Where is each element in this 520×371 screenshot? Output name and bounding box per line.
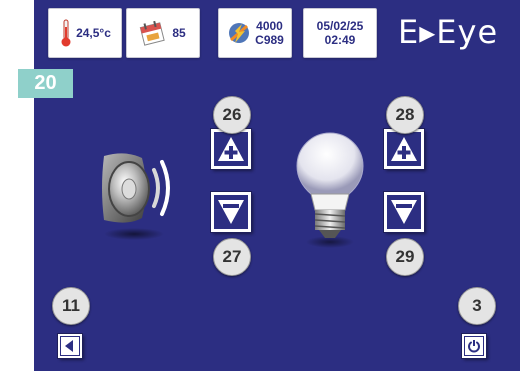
light-down-button[interactable]: [384, 192, 424, 232]
counter-bottom: C989: [255, 33, 284, 47]
plus-icon: [218, 137, 244, 161]
time-value: 02:49: [324, 33, 356, 47]
back-badge: 11: [52, 287, 90, 325]
sound-up-badge: 26: [213, 96, 251, 134]
meter-icon: [229, 23, 250, 43]
temperature-value: 24,5°c: [76, 26, 111, 40]
power-badge: 3: [458, 287, 496, 325]
screen-number-tag: 20: [18, 69, 73, 98]
sound-up-button[interactable]: [211, 129, 251, 169]
thermometer-icon: [61, 19, 71, 47]
back-arrow-icon: [61, 337, 79, 355]
temperature-status: 24,5°c: [48, 8, 122, 58]
back-button[interactable]: [58, 334, 82, 358]
light-bulb-icon: [296, 132, 364, 248]
calendar-status: 85: [126, 8, 200, 58]
minus-icon: [391, 200, 417, 224]
speaker-icon: [102, 153, 170, 240]
light-down-badge: 29: [386, 238, 424, 276]
sound-down-button[interactable]: [211, 192, 251, 232]
power-icon: [465, 337, 483, 355]
minus-icon: [218, 200, 244, 224]
calendar-value: 85: [172, 26, 186, 40]
light-up-badge: 28: [386, 96, 424, 134]
calendar-icon: [140, 20, 166, 46]
meter-status: 4000 C989: [218, 8, 292, 58]
plus-icon: [391, 137, 417, 161]
date-value: 05/02/25: [316, 19, 364, 33]
brand-logo: E▸Eye: [398, 13, 499, 51]
light-up-button[interactable]: [384, 129, 424, 169]
sound-down-badge: 27: [213, 238, 251, 276]
datetime-status: 05/02/25 02:49: [303, 8, 377, 58]
counter-top: 4000: [256, 19, 283, 33]
power-button[interactable]: [462, 334, 486, 358]
